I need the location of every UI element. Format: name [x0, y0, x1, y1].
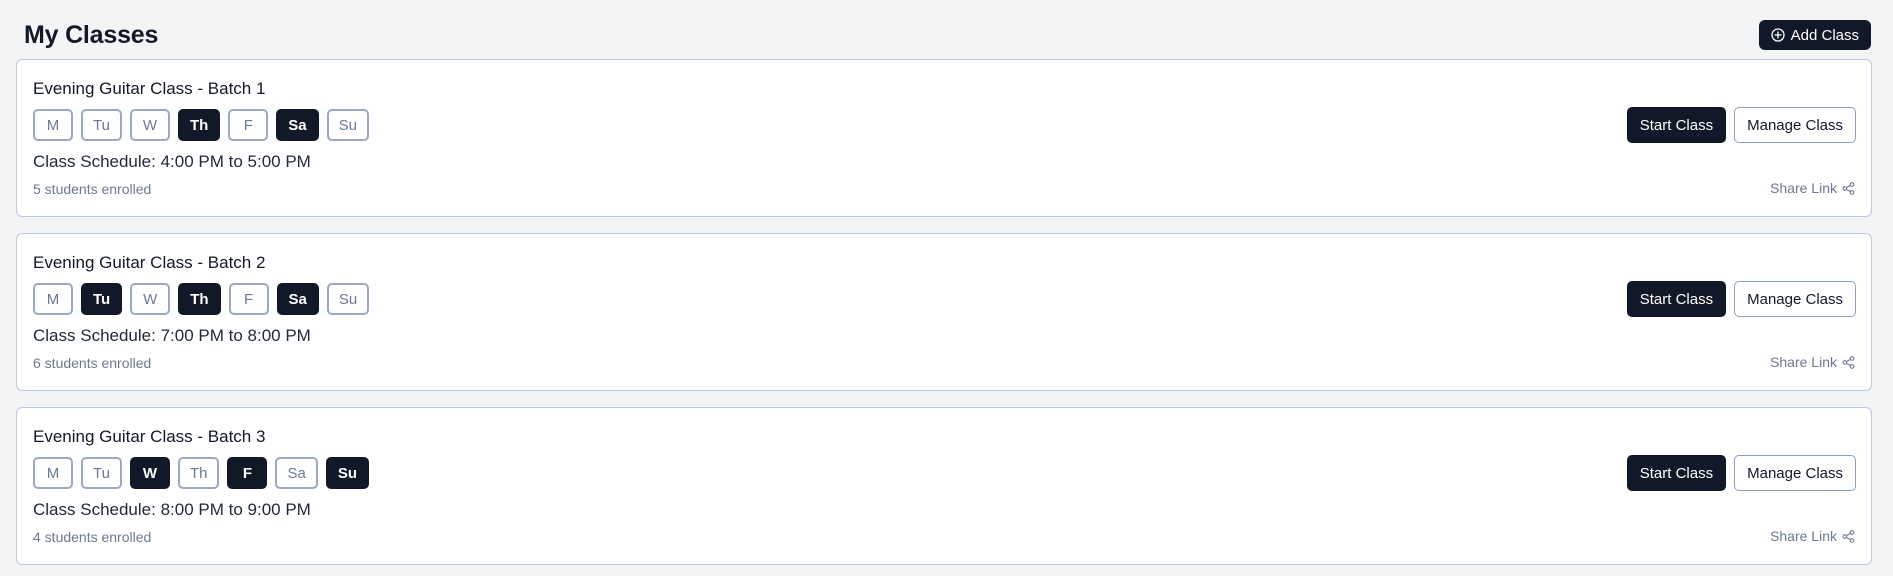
day-toggle-m[interactable]: M — [33, 109, 73, 141]
enrolled-count: 4 students enrolled — [33, 529, 152, 545]
day-toggle-su[interactable]: Su — [326, 109, 369, 141]
day-selector: M Tu W Th F Sa Su — [33, 283, 370, 315]
enrolled-count: 6 students enrolled — [33, 355, 152, 371]
manage-class-button[interactable]: Manage Class — [1734, 281, 1856, 317]
day-toggle-tu[interactable]: Tu — [81, 109, 122, 141]
share-link-label: Share Link — [1770, 528, 1837, 544]
page-header: My Classes Add Class — [24, 16, 1871, 54]
add-class-button[interactable]: Add Class — [1758, 20, 1871, 50]
day-toggle-th[interactable]: Th — [177, 457, 220, 489]
schedule-label: Class Schedule: — [33, 152, 156, 171]
class-schedule: Class Schedule: 8:00 PM to 9:00 PM — [33, 500, 311, 520]
class-actions: Start Class Manage Class — [1626, 455, 1856, 491]
day-toggle-th[interactable]: Th — [178, 283, 221, 315]
class-card: Evening Guitar Class - Batch 3 M Tu W Th F Sa… — [16, 407, 1872, 565]
enrolled-count: 5 students enrolled — [33, 181, 152, 197]
day-toggle-tu[interactable]: Tu — [81, 283, 123, 315]
my-classes-page: My Classes Add Class Evening Guitar Clas… — [0, 0, 1893, 576]
schedule-label: Class Schedule: — [33, 326, 156, 345]
day-toggle-w[interactable]: W — [129, 109, 170, 141]
day-toggle-sa[interactable]: Sa — [276, 109, 319, 141]
start-class-button[interactable]: Start Class — [1626, 455, 1727, 491]
day-toggle-f[interactable]: F — [227, 457, 268, 489]
class-schedule: Class Schedule: 7:00 PM to 8:00 PM — [33, 326, 311, 346]
class-title: Evening Guitar Class - Batch 3 — [33, 427, 266, 446]
share-link-label: Share Link — [1770, 354, 1837, 370]
day-toggle-su[interactable]: Su — [325, 457, 369, 489]
share-icon — [1842, 529, 1855, 543]
schedule-time: 4:00 PM to 5:00 PM — [160, 152, 311, 171]
share-icon — [1842, 355, 1855, 369]
share-link[interactable]: Share Link — [1770, 528, 1855, 544]
share-link-label: Share Link — [1770, 180, 1837, 196]
class-list: Evening Guitar Class - Batch 1 M Tu W Th F Sa… — [16, 59, 1872, 576]
class-schedule: Class Schedule: 4:00 PM to 5:00 PM — [33, 152, 311, 172]
manage-class-button[interactable]: Manage Class — [1734, 455, 1856, 491]
page-title: My Classes — [24, 20, 159, 49]
day-toggle-w[interactable]: W — [129, 457, 170, 489]
day-toggle-w[interactable]: W — [130, 283, 171, 315]
class-actions: Start Class Manage Class — [1626, 281, 1856, 317]
share-link[interactable]: Share Link — [1770, 354, 1855, 370]
day-selector: M Tu W Th F Sa Su — [33, 109, 369, 141]
class-actions: Start Class Manage Class — [1626, 107, 1856, 143]
manage-class-button[interactable]: Manage Class — [1734, 107, 1856, 143]
schedule-time: 8:00 PM to 9:00 PM — [160, 500, 311, 519]
share-icon — [1842, 181, 1855, 195]
day-toggle-f[interactable]: F — [228, 283, 269, 315]
day-toggle-m[interactable]: M — [33, 283, 73, 315]
class-title: Evening Guitar Class - Batch 1 — [33, 79, 266, 98]
schedule-time: 7:00 PM to 8:00 PM — [160, 326, 311, 345]
day-toggle-su[interactable]: Su — [326, 283, 370, 315]
add-class-label: Add Class — [1790, 26, 1859, 44]
day-toggle-m[interactable]: M — [33, 457, 73, 489]
class-card: Evening Guitar Class - Batch 1 M Tu W Th F Sa… — [16, 59, 1872, 217]
class-title: Evening Guitar Class - Batch 2 — [33, 253, 266, 272]
start-class-button[interactable]: Start Class — [1626, 107, 1727, 143]
day-toggle-f[interactable]: F — [228, 109, 269, 141]
schedule-label: Class Schedule: — [33, 500, 156, 519]
day-toggle-sa[interactable]: Sa — [276, 283, 319, 315]
plus-circle-icon — [1770, 28, 1785, 42]
class-card: Evening Guitar Class - Batch 2 M Tu W Th F Sa… — [16, 233, 1872, 391]
share-link[interactable]: Share Link — [1770, 180, 1855, 196]
start-class-button[interactable]: Start Class — [1626, 281, 1727, 317]
day-toggle-th[interactable]: Th — [177, 109, 221, 141]
day-selector: M Tu W Th F Sa Su — [33, 457, 369, 489]
day-toggle-sa[interactable]: Sa — [275, 457, 318, 489]
day-toggle-tu[interactable]: Tu — [81, 457, 122, 489]
